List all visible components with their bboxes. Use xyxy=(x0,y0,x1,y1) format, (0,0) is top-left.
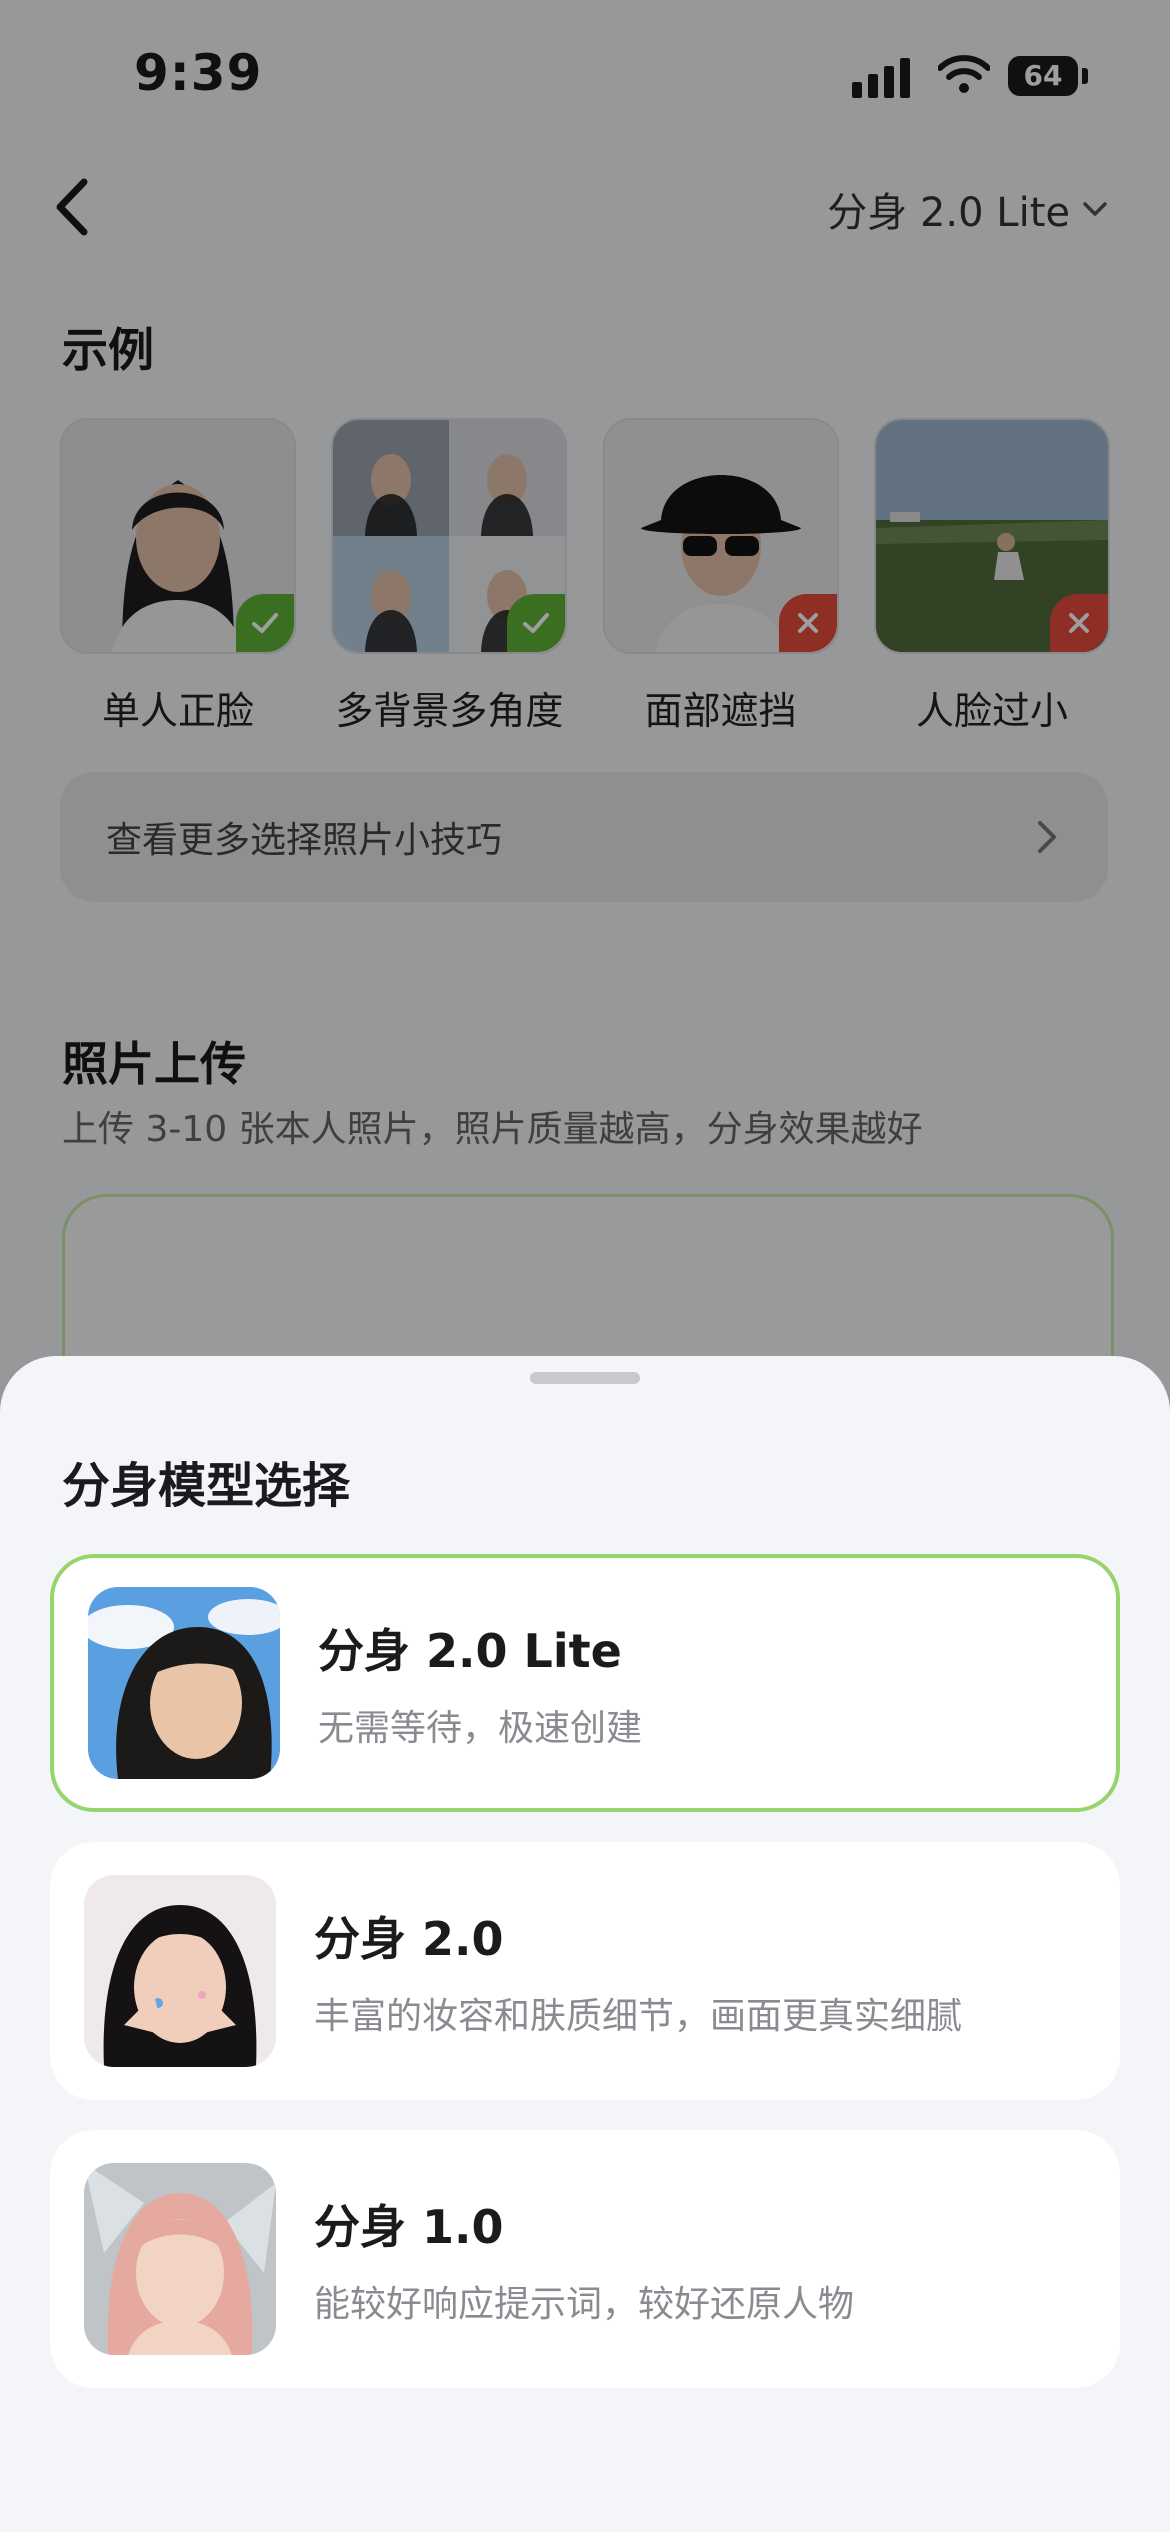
model-thumbnail xyxy=(84,2163,276,2355)
sheet-title: 分身模型选择 xyxy=(62,1458,351,1514)
model-option-2-0-lite[interactable]: 分身 2.0 Lite 无需等待，极速创建 xyxy=(50,1554,1120,1812)
model-option-desc: 能较好响应提示词，较好还原人物 xyxy=(314,2284,855,2325)
model-option-title: 分身 2.0 xyxy=(314,1912,504,1966)
model-option-desc: 丰富的妆容和肤质细节，画面更真实细腻 xyxy=(314,1996,963,2037)
model-option-2-0[interactable]: 分身 2.0 丰富的妆容和肤质细节，画面更真实细腻 xyxy=(50,1842,1120,2100)
model-option-1-0[interactable]: 分身 1.0 能较好响应提示词，较好还原人物 xyxy=(50,2130,1120,2388)
model-select-sheet: 分身模型选择 分身 2.0 Lite 无需等待，极速创建 分身 2.0 丰富的妆… xyxy=(0,1356,1170,2532)
model-option-desc: 无需等待，极速创建 xyxy=(318,1708,643,1749)
model-thumbnail xyxy=(84,1875,276,2067)
portrait-image xyxy=(88,1587,280,1779)
model-thumbnail xyxy=(88,1587,280,1779)
portrait-image xyxy=(84,1875,276,2067)
model-option-title: 分身 1.0 xyxy=(314,2200,504,2254)
sheet-drag-handle[interactable] xyxy=(530,1372,640,1384)
portrait-image xyxy=(84,2163,276,2355)
model-option-title: 分身 2.0 Lite xyxy=(318,1624,622,1678)
